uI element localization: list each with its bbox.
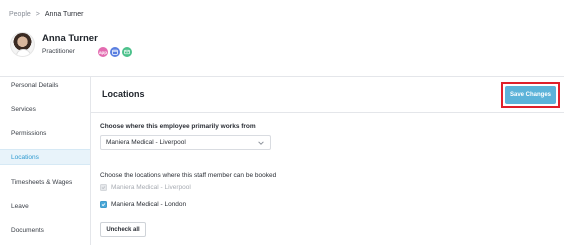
save-button[interactable]: Save Changes — [505, 86, 556, 104]
sidebar-item-timesheets-wages[interactable]: Timesheets & Wages — [0, 174, 90, 190]
chevron-down-icon — [258, 141, 264, 145]
mail-icon — [122, 47, 132, 57]
bookable-locations-label: Choose the locations where this staff me… — [100, 172, 277, 179]
sidebar-item-documents[interactable]: Documents — [0, 222, 90, 238]
employee-name: Anna Turner — [42, 33, 98, 44]
content-header: Locations Save Changes — [91, 77, 564, 113]
page-title: Locations — [102, 89, 145, 99]
uncheck-all-button[interactable]: Uncheck all — [100, 222, 146, 237]
sidebar-item-services[interactable]: Services — [0, 101, 90, 117]
location-option-label: Maniera Medical - London — [111, 201, 187, 208]
primary-location-label: Choose where this employee primarily wor… — [100, 123, 256, 130]
breadcrumb: People > Anna Turner — [9, 11, 83, 18]
sidebar-item-locations[interactable]: Locations — [0, 149, 90, 165]
location-option-london[interactable]: Maniera Medical - London — [100, 201, 186, 208]
sidebar-item-leave[interactable]: Leave — [0, 198, 90, 214]
breadcrumb-people-link[interactable]: People — [9, 11, 31, 18]
breadcrumb-current: Anna Turner — [44, 11, 84, 18]
checkbox-liverpool — [100, 184, 107, 191]
calendar-icon — [110, 47, 120, 57]
location-option-label: Maniera Medical - Liverpool — [111, 184, 191, 191]
location-option-liverpool: Maniera Medical - Liverpool — [100, 184, 191, 191]
sidebar-item-personal-details[interactable]: Personal Details — [0, 77, 90, 93]
app-icon: app — [98, 47, 108, 57]
primary-location-value: Maniera Medical - Liverpool — [106, 139, 186, 146]
avatar[interactable] — [10, 32, 35, 57]
breadcrumb-separator: > — [35, 11, 40, 18]
checkbox-london[interactable] — [100, 201, 107, 208]
sidebar-item-permissions[interactable]: Permissions — [0, 125, 90, 141]
employee-role: Practitioner — [42, 48, 75, 55]
status-badges: app — [98, 47, 132, 57]
primary-location-select[interactable]: Maniera Medical - Liverpool — [100, 135, 271, 150]
